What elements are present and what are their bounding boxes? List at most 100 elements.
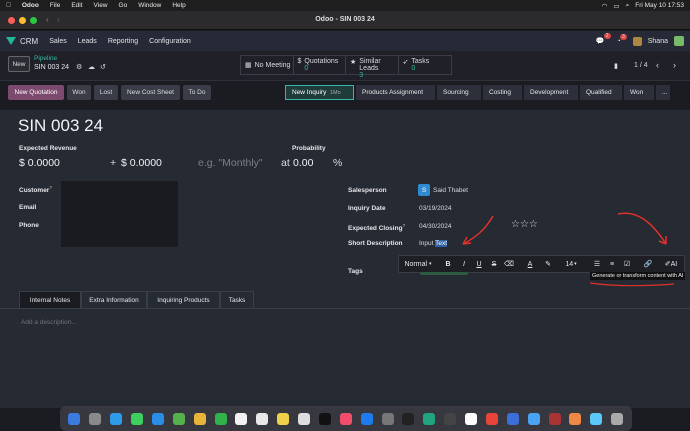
tab-inquiring-products[interactable]: Inquiring Products [147,291,220,308]
apple-icon[interactable]:  [6,2,11,9]
stage-development[interactable]: Development [524,85,578,100]
nav-configuration[interactable]: Configuration [149,38,191,45]
finder-icon[interactable] [68,412,81,425]
stage-more[interactable]: ... [656,85,670,100]
strikethrough-button[interactable]: S [488,256,500,272]
probability-input[interactable]: 0.00 [293,157,313,169]
bullet-list-icon[interactable]: ☰ [591,256,603,272]
lost-button[interactable]: Lost [94,85,118,100]
pages-icon[interactable] [569,412,582,425]
facetime-icon[interactable] [214,412,227,425]
terminal-icon[interactable] [444,412,457,425]
description-input[interactable]: Add a description... [21,319,77,326]
stage-new-inquiry[interactable]: New Inquiry 1Mo [285,85,354,100]
expected-revenue-input[interactable]: $ 0.0000 [19,157,60,169]
folder-icon[interactable] [590,412,603,425]
salesperson-input[interactable]: Said Thabet [433,187,468,194]
tab-extra-information[interactable]: Extra Information [81,291,147,308]
font-color-icon[interactable]: A [524,256,536,272]
quotations-button[interactable]: $ Quotations 0 [294,56,346,74]
cloud-save-icon[interactable]: ☁ [88,63,95,71]
photos-icon[interactable] [193,412,206,425]
stage-sourcing[interactable]: Sourcing [437,85,481,100]
tab-tasks[interactable]: Tasks [220,291,254,308]
trash-icon[interactable] [611,412,624,425]
stage-costing[interactable]: Costing [483,85,522,100]
pager-prev-icon[interactable]: ‹ [656,60,659,70]
star-app-icon[interactable] [548,412,561,425]
chat-icon[interactable]: 💬 2 [596,33,611,45]
tab-internal-notes[interactable]: Internal Notes [19,291,81,308]
settings-icon[interactable] [381,412,394,425]
new-cost-sheet-button[interactable]: New Cost Sheet [121,85,180,100]
word-icon[interactable] [506,412,519,425]
priority-stars[interactable]: ☆☆☆ [511,219,538,230]
stage-won[interactable]: Won [624,85,654,100]
menu-view[interactable]: View [94,2,108,9]
user-name[interactable]: Shana [648,38,668,45]
meeting-button[interactable]: ▦ No Meeting [241,56,294,74]
style-dropdown[interactable]: Normal ▾ [401,256,435,272]
pager-next-icon[interactable]: › [673,60,676,70]
calendar-app-icon[interactable] [235,412,248,425]
battery-icon[interactable]: ▭ [613,2,619,10]
menu-go[interactable]: Go [119,2,128,9]
stage-qualified[interactable]: Qualified [580,85,622,100]
launchpad-icon[interactable] [89,412,102,425]
new-button[interactable]: New [8,56,30,72]
italic-button[interactable]: I [458,256,470,272]
short-description-input[interactable]: Input Text [419,240,448,247]
underline-button[interactable]: U [473,256,485,272]
stage-products-assignment[interactable]: Products Assignment [356,85,435,100]
discard-icon[interactable]: ↺ [100,63,106,71]
notion-icon[interactable] [465,412,478,425]
menu-window[interactable]: Window [138,2,161,9]
link-icon[interactable]: 🔗 [642,256,654,272]
freeform-icon[interactable] [298,412,311,425]
clock[interactable]: Fri May 10 17:53 [635,2,684,9]
company-icon[interactable] [632,36,642,46]
recurring-plan-input[interactable]: e.g. "Monthly" [198,157,263,169]
menu-file[interactable]: File [50,2,60,9]
highlight-icon[interactable]: ✎ [542,256,554,272]
wifi-icon[interactable]: ◠ [602,2,608,10]
notes-icon[interactable] [277,412,290,425]
attachment-icon[interactable]: ▮ [614,62,618,70]
inquiry-date-input[interactable]: 03/19/2024 [419,205,452,212]
gear-icon[interactable]: ⚙ [76,63,82,71]
music-icon[interactable] [339,412,352,425]
chatgpt-icon[interactable] [423,412,436,425]
nav-reporting[interactable]: Reporting [108,38,138,45]
cursor-app-icon[interactable] [402,412,415,425]
app-name[interactable]: CRM [20,37,38,46]
expected-closing-help-icon[interactable]: ? [403,223,406,228]
maps-icon[interactable] [172,412,185,425]
won-button[interactable]: Won [67,85,91,100]
expected-closing-input[interactable]: 04/30/2024 [419,223,452,230]
bold-button[interactable]: B [442,256,454,272]
menu-app[interactable]: Odoo [22,2,39,9]
avatar[interactable] [674,36,684,46]
breadcrumb-pipeline[interactable]: Pipeline [34,55,57,62]
menu-edit[interactable]: Edit [71,2,82,9]
numbered-list-icon[interactable]: ≡ [606,256,618,272]
reminders-icon[interactable] [256,412,269,425]
activity-icon[interactable]: ◔ 3 [617,33,627,45]
ai-button[interactable]: ✐ AI [661,256,681,272]
app-store-icon[interactable] [360,412,373,425]
page-title[interactable]: SIN 003 24 [18,116,103,136]
search-icon[interactable]: ⌕ [626,2,630,10]
pager-value[interactable]: 1 / 4 [634,62,648,69]
files-icon[interactable] [527,412,540,425]
mail-icon[interactable] [151,412,164,425]
checklist-icon[interactable]: ☑ [621,256,633,272]
safari-icon[interactable] [110,412,123,425]
customer-help-icon[interactable]: ? [49,185,52,190]
tasks-button[interactable]: ➶ Tasks 0 [399,56,452,74]
tv-icon[interactable] [318,412,331,425]
eraser-icon[interactable]: ⌫ [503,256,515,272]
new-quotation-button[interactable]: New Quotation [8,85,64,100]
todo-button[interactable]: To Do [183,85,211,100]
similar-leads-button[interactable]: ★ Similar Leads 3 [346,56,399,79]
messages-icon[interactable] [131,412,144,425]
